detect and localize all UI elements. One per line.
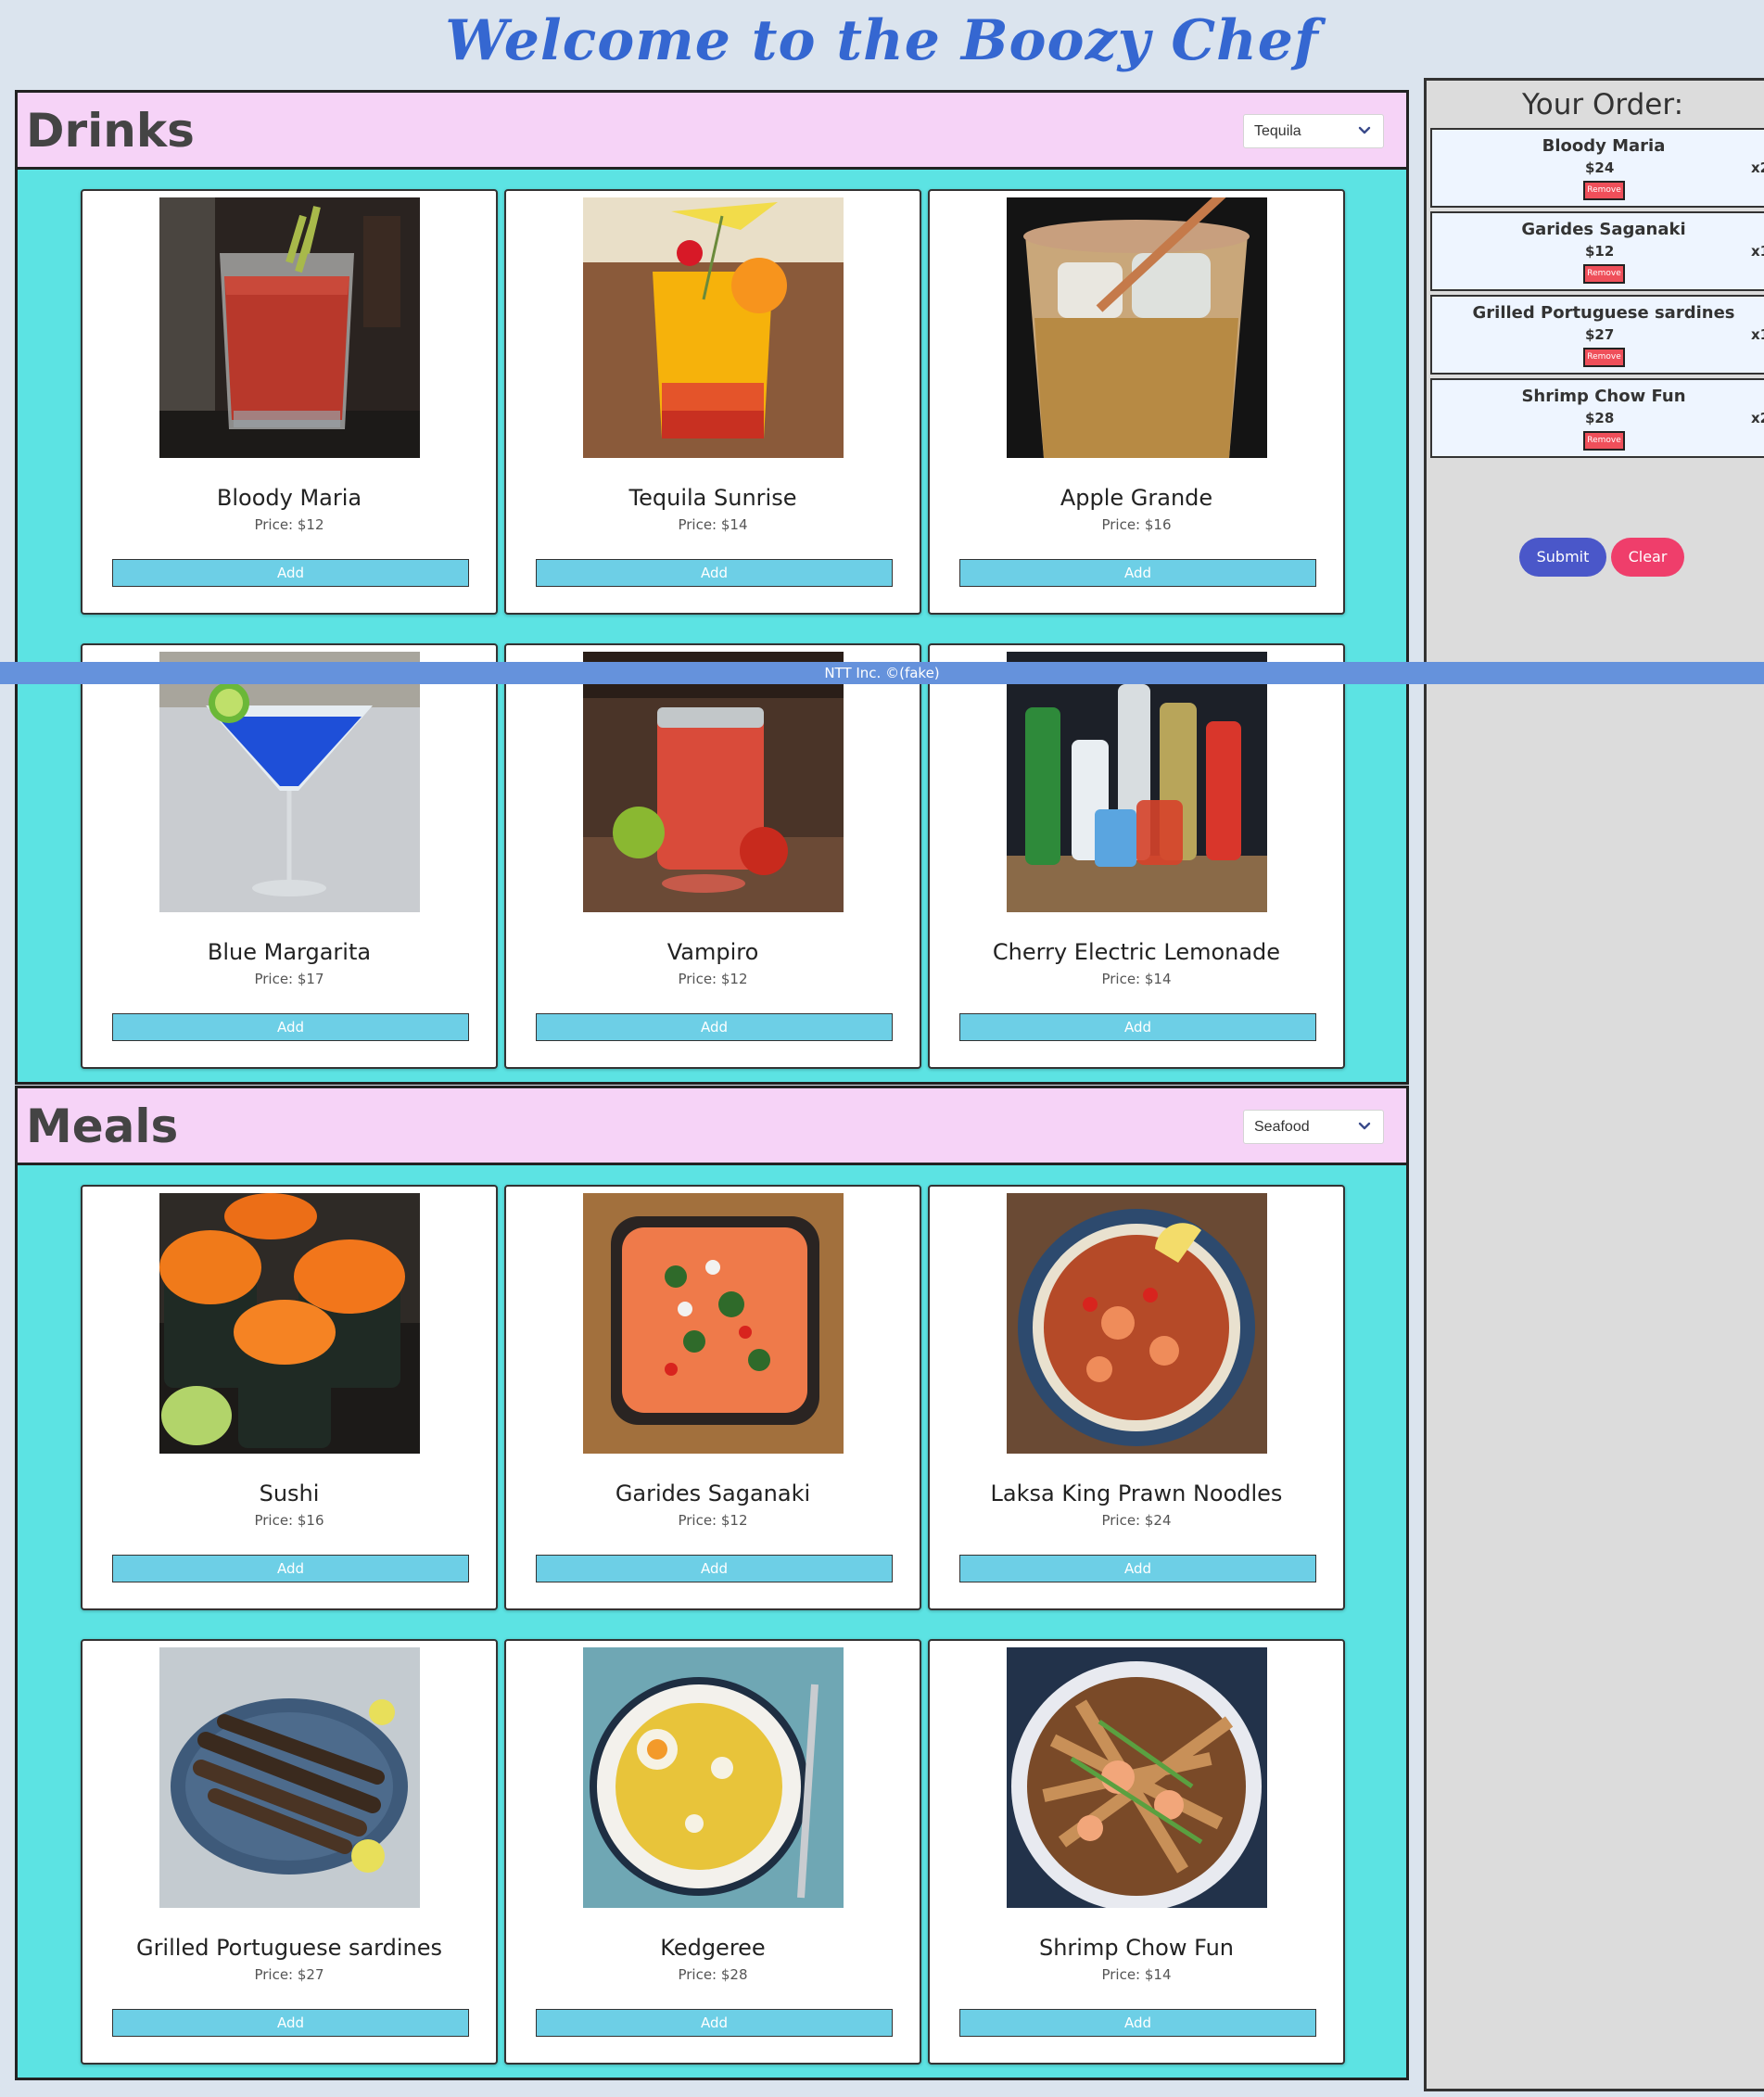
menu-card-bloody-maria: Bloody Maria Price: $12 Add: [81, 189, 498, 615]
garides-saganaki-photo: [583, 1193, 844, 1454]
item-price: Price: $14: [678, 516, 748, 533]
remove-button[interactable]: Remove: [1583, 431, 1625, 451]
add-cherry-electric-lemonade-button[interactable]: Add: [959, 1013, 1316, 1041]
item-price: Price: $17: [254, 971, 324, 987]
meals-grid: Sushi Price: $16 Add Garides Saganaki Pr…: [15, 1165, 1409, 2080]
order-item-price: $28: [1585, 410, 1615, 426]
drinks-section-header: Drinks Tequila: [15, 90, 1409, 170]
menu-card-garides-saganaki: Garides Saganaki Price: $12 Add: [504, 1185, 921, 1610]
remove-button[interactable]: Remove: [1583, 348, 1625, 367]
drinks-grid: Bloody Maria Price: $12 Add Tequila Sunr…: [15, 170, 1409, 1085]
item-name: Grilled Portuguese sardines: [135, 1935, 443, 1961]
item-name: Kedgeree: [660, 1935, 766, 1961]
item-price: Price: $12: [678, 971, 748, 987]
item-name: Vampiro: [666, 939, 759, 965]
menu-card-grilled-portuguese-sardines: Grilled Portuguese sardines Price: $27 A…: [81, 1639, 498, 2065]
blue-margarita-photo: [159, 652, 420, 912]
add-garides-saganaki-button[interactable]: Add: [536, 1555, 893, 1582]
meals-filter-value: Seafood: [1254, 1119, 1310, 1135]
order-item-name: Garides Saganaki: [1521, 220, 1686, 239]
apple-grande-photo: [1007, 197, 1267, 458]
add-tequila-sunrise-button[interactable]: Add: [536, 559, 893, 587]
add-shrimp-chow-fun-button[interactable]: Add: [959, 2009, 1316, 2037]
order-item-name: Grilled Portuguese sardines: [1472, 303, 1735, 323]
menu-card-vampiro: Vampiro Price: $12 Add: [504, 643, 921, 1069]
sushi-photo: [159, 1193, 420, 1454]
order-item-price: $12: [1585, 243, 1615, 260]
meals-section-header: Meals Seafood: [15, 1086, 1409, 1165]
menu-card-cherry-electric-lemonade: Cherry Electric Lemonade Price: $14 Add: [928, 643, 1345, 1069]
meals-filter-select[interactable]: Seafood: [1243, 1110, 1384, 1144]
add-blue-margarita-button[interactable]: Add: [112, 1013, 469, 1041]
shrimp-chow-fun-photo: [1007, 1647, 1267, 1908]
kedgeree-photo: [583, 1647, 844, 1908]
drinks-filter-value: Tequila: [1254, 123, 1301, 139]
menu-card-tequila-sunrise: Tequila Sunrise Price: $14 Add: [504, 189, 921, 615]
order-item: Garides Saganaki $12 x1 Remove: [1430, 211, 1764, 291]
sardines-photo: [159, 1647, 420, 1908]
order-panel: Your Order: Bloody Maria $24 x2 Remove G…: [1424, 78, 1764, 2091]
page-title: Welcome to the Boozy Chef: [445, 8, 1319, 73]
tequila-sunrise-photo: [583, 197, 844, 458]
add-sardines-button[interactable]: Add: [112, 2009, 469, 2037]
order-title: Your Order:: [1521, 88, 1684, 121]
menu-card-sushi: Sushi Price: $16 Add: [81, 1185, 498, 1610]
item-name: Blue Margarita: [207, 939, 372, 965]
bloody-maria-photo: [159, 197, 420, 458]
add-bloody-maria-button[interactable]: Add: [112, 559, 469, 587]
item-price: Price: $14: [1101, 1966, 1172, 1983]
item-price: Price: $28: [678, 1966, 748, 1983]
footer-bar: NTT Inc. ©(fake): [0, 662, 1764, 684]
add-kedgeree-button[interactable]: Add: [536, 2009, 893, 2037]
menu-card-apple-grande: Apple Grande Price: $16 Add: [928, 189, 1345, 615]
add-sushi-button[interactable]: Add: [112, 1555, 469, 1582]
order-item-name: Bloody Maria: [1542, 136, 1666, 156]
order-item-qty: x1: [1751, 326, 1764, 343]
menu-card-kedgeree: Kedgeree Price: $28 Add: [504, 1639, 921, 2065]
item-name: Garides Saganaki: [615, 1481, 811, 1506]
order-item-qty: x2: [1751, 159, 1764, 176]
item-price: Price: $16: [254, 1512, 324, 1529]
add-laksa-button[interactable]: Add: [959, 1555, 1316, 1582]
item-price: Price: $24: [1101, 1512, 1172, 1529]
item-name: Tequila Sunrise: [628, 485, 797, 511]
order-item: Grilled Portuguese sardines $27 x1 Remov…: [1430, 295, 1764, 375]
vampiro-photo: [583, 652, 844, 912]
item-name: Laksa King Prawn Noodles: [990, 1481, 1283, 1506]
add-apple-grande-button[interactable]: Add: [959, 559, 1316, 587]
drinks-title: Drinks: [26, 104, 195, 158]
item-price: Price: $12: [254, 516, 324, 533]
item-name: Bloody Maria: [216, 485, 362, 511]
item-price: Price: $16: [1101, 516, 1172, 533]
order-item-price: $27: [1585, 326, 1615, 343]
cherry-electric-lemonade-photo: [1007, 652, 1267, 912]
drinks-filter-select[interactable]: Tequila: [1243, 114, 1384, 148]
add-vampiro-button[interactable]: Add: [536, 1013, 893, 1041]
order-item-name: Shrimp Chow Fun: [1521, 387, 1686, 406]
remove-button[interactable]: Remove: [1583, 264, 1625, 284]
order-item-qty: x1: [1751, 243, 1764, 260]
remove-button[interactable]: Remove: [1583, 181, 1625, 200]
menu-card-shrimp-chow-fun: Shrimp Chow Fun Price: $14 Add: [928, 1639, 1345, 2065]
item-price: Price: $14: [1101, 971, 1172, 987]
laksa-photo: [1007, 1193, 1267, 1454]
order-item: Bloody Maria $24 x2 Remove: [1430, 128, 1764, 208]
chevron-down-icon: [1358, 1122, 1371, 1130]
order-item-qty: x2: [1751, 410, 1764, 426]
meals-title: Meals: [26, 1099, 179, 1153]
item-price: Price: $27: [254, 1966, 324, 1983]
submit-button[interactable]: Submit: [1519, 538, 1606, 577]
chevron-down-icon: [1358, 126, 1371, 134]
clear-button[interactable]: Clear: [1611, 538, 1684, 577]
item-name: Apple Grande: [1060, 485, 1213, 511]
order-item: Shrimp Chow Fun $28 x2 Remove: [1430, 378, 1764, 458]
menu-card-blue-margarita: Blue Margarita Price: $17 Add: [81, 643, 498, 1069]
item-name: Cherry Electric Lemonade: [992, 939, 1281, 965]
menu-card-laksa: Laksa King Prawn Noodles Price: $24 Add: [928, 1185, 1345, 1610]
item-name: Shrimp Chow Fun: [1038, 1935, 1235, 1961]
order-item-price: $24: [1585, 159, 1615, 176]
item-name: Sushi: [259, 1481, 320, 1506]
item-price: Price: $12: [678, 1512, 748, 1529]
